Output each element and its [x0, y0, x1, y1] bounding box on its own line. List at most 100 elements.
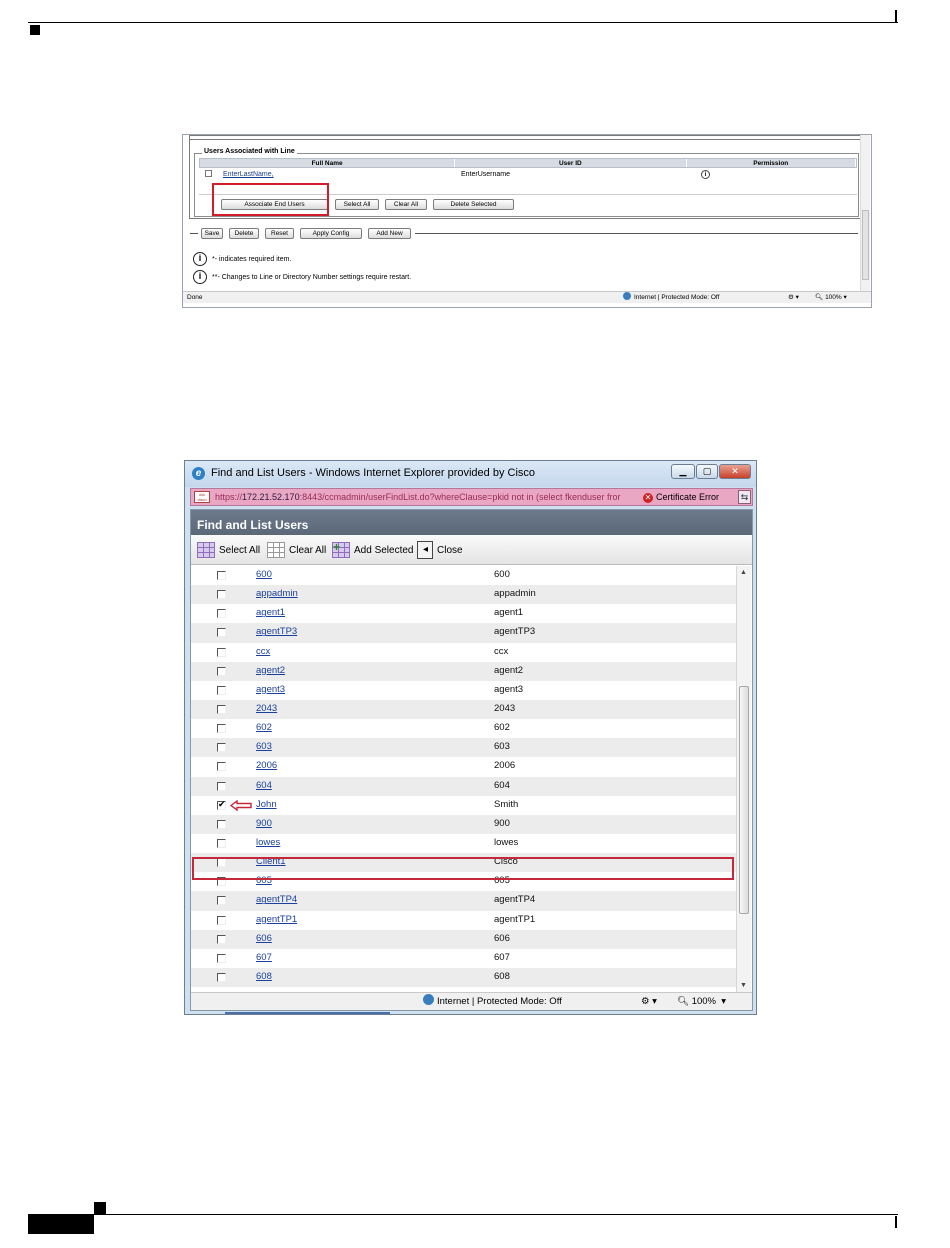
- delete-button[interactable]: Delete: [229, 228, 259, 239]
- user-id-cell: appadmin: [494, 588, 536, 600]
- zoom-level[interactable]: 🔍︎ 100% ▾: [677, 993, 726, 1010]
- scroll-down-arrow[interactable]: ▼: [740, 982, 747, 989]
- user-id-cell: agent1: [494, 607, 524, 619]
- address-bar[interactable]: ılıılı cisco https://172.21.52.170:8443/c…: [190, 488, 753, 506]
- user-name-link[interactable]: agentTP4: [256, 894, 297, 905]
- table-row: 604 604: [191, 776, 736, 796]
- user-name-link[interactable]: 600: [256, 569, 272, 580]
- reset-button[interactable]: Reset: [265, 228, 294, 239]
- row-checkbox[interactable]: [217, 666, 226, 676]
- row-checkbox[interactable]: [217, 571, 226, 580]
- add-new-button[interactable]: Add New: [368, 228, 411, 239]
- footer-tick: [895, 1216, 897, 1228]
- row-checkbox[interactable]: [217, 590, 226, 600]
- row-checkbox[interactable]: [217, 781, 226, 791]
- compat-view-icon[interactable]: ⇆: [738, 490, 751, 504]
- user-id-cell: agent3: [494, 683, 524, 695]
- user-name-link[interactable]: 602: [256, 722, 272, 733]
- row-checkbox[interactable]: [217, 628, 226, 638]
- protected-mode-icon[interactable]: ⚙ ▾: [788, 292, 799, 303]
- maximize-button[interactable]: ▢: [696, 464, 718, 479]
- delete-selected-button[interactable]: Delete Selected: [433, 199, 514, 210]
- row-checkbox[interactable]: [217, 838, 226, 848]
- apply-config-button[interactable]: Apply Config: [300, 228, 362, 239]
- row-checkbox[interactable]: [217, 972, 226, 982]
- info-icon: i: [193, 252, 207, 266]
- row-checkbox[interactable]: [217, 762, 226, 772]
- user-id-cell: 606: [494, 932, 510, 944]
- row-checkbox[interactable]: [217, 799, 226, 810]
- column-header-permission: Permission: [687, 159, 856, 167]
- user-name-link[interactable]: 900: [256, 818, 272, 829]
- row-checkbox[interactable]: [217, 724, 226, 734]
- save-button[interactable]: Save: [201, 228, 223, 239]
- select-all-grid-icon: [197, 542, 215, 558]
- user-id-cell: 607: [494, 951, 510, 963]
- table-row: agent1 agent1: [191, 604, 736, 623]
- find-list-users-window: e Find and List Users - Windows Internet…: [184, 460, 757, 1015]
- url-text[interactable]: https://172.21.52.170:8443/ccmadmin/user…: [215, 489, 621, 505]
- permission-info-icon[interactable]: i: [701, 169, 710, 179]
- user-name-link[interactable]: 2006: [256, 760, 277, 771]
- user-name-link[interactable]: 603: [256, 741, 272, 752]
- table-row: 603 603: [191, 738, 736, 758]
- user-id-cell: lowes: [494, 836, 519, 848]
- row-checkbox[interactable]: [217, 896, 226, 906]
- window-titlebar[interactable]: e Find and List Users - Windows Internet…: [185, 461, 756, 487]
- scroll-up-arrow[interactable]: ▲: [740, 569, 747, 576]
- row-checkbox[interactable]: [217, 704, 226, 714]
- table-row: 600 600: [191, 566, 736, 585]
- protected-mode-icon[interactable]: ⚙ ▾: [641, 993, 657, 1010]
- user-name-link[interactable]: agent3: [256, 684, 285, 695]
- user-name-link[interactable]: 608: [256, 971, 272, 982]
- scroll-thumb[interactable]: [739, 686, 749, 914]
- user-id-cell: agentTP3: [494, 626, 536, 638]
- user-name-link[interactable]: John: [256, 799, 277, 810]
- user-id-cell: 2043: [494, 702, 516, 714]
- row-checkbox[interactable]: [217, 609, 226, 619]
- clear-all-tool[interactable]: Clear All: [267, 541, 326, 559]
- user-name-link[interactable]: 606: [256, 933, 272, 944]
- row-checkbox[interactable]: [217, 915, 226, 925]
- close-window-button[interactable]: ✕: [719, 464, 751, 479]
- user-name-link[interactable]: 2043: [256, 703, 277, 714]
- user-name-link[interactable]: 607: [256, 952, 272, 963]
- vertical-scrollbar[interactable]: [860, 135, 870, 291]
- user-name-link[interactable]: agentTP1: [256, 914, 297, 925]
- row-checkbox[interactable]: [217, 819, 226, 829]
- row-checkbox[interactable]: [217, 934, 226, 944]
- user-name-link[interactable]: 604: [256, 780, 272, 791]
- user-name-link[interactable]: appadmin: [256, 588, 298, 599]
- header-marker: [30, 25, 40, 35]
- row-checkbox[interactable]: [217, 743, 226, 753]
- user-id-cell: agentTP4: [494, 894, 536, 906]
- user-name-link[interactable]: lowes: [256, 837, 280, 848]
- scroll-thumb[interactable]: [862, 210, 869, 280]
- add-selected-tool[interactable]: + Add Selected: [332, 541, 414, 559]
- full-name-link[interactable]: EnterLastName,: [223, 171, 274, 178]
- row-checkbox[interactable]: [217, 953, 226, 963]
- row-checkbox[interactable]: [205, 169, 212, 177]
- user-name-link[interactable]: agent1: [256, 607, 285, 618]
- user-name-link[interactable]: agent2: [256, 665, 285, 676]
- user-id-cell: 900: [494, 817, 510, 829]
- select-all-tool[interactable]: Select All: [197, 541, 260, 559]
- user-name-link[interactable]: agentTP3: [256, 626, 297, 637]
- user-id-cell: Smith: [494, 798, 519, 810]
- selected-row-highlight: [192, 857, 734, 880]
- table-row: agentTP4 agentTP4: [191, 891, 736, 911]
- user-id-cell: 602: [494, 722, 510, 734]
- vertical-scrollbar[interactable]: ▲ ▼: [736, 566, 751, 992]
- clear-all-button[interactable]: Clear All: [385, 199, 427, 210]
- row-checkbox[interactable]: [217, 647, 226, 657]
- window-title: Find and List Users - Windows Internet E…: [211, 467, 536, 479]
- row-checkbox[interactable]: [217, 685, 226, 695]
- minimize-button[interactable]: ▁: [671, 464, 695, 479]
- certificate-error[interactable]: ✕ Certificate Error: [643, 489, 738, 505]
- close-tool[interactable]: ◂ Close: [417, 541, 463, 559]
- associated-users-table: Full Name User ID Permission EnterLastNa…: [199, 158, 857, 180]
- select-all-button[interactable]: Select All: [335, 199, 379, 210]
- user-name-link[interactable]: ccx: [256, 646, 270, 657]
- zoom-level[interactable]: 🔍︎ 100% ▾: [815, 292, 847, 303]
- column-header-full-name: Full Name: [200, 159, 456, 167]
